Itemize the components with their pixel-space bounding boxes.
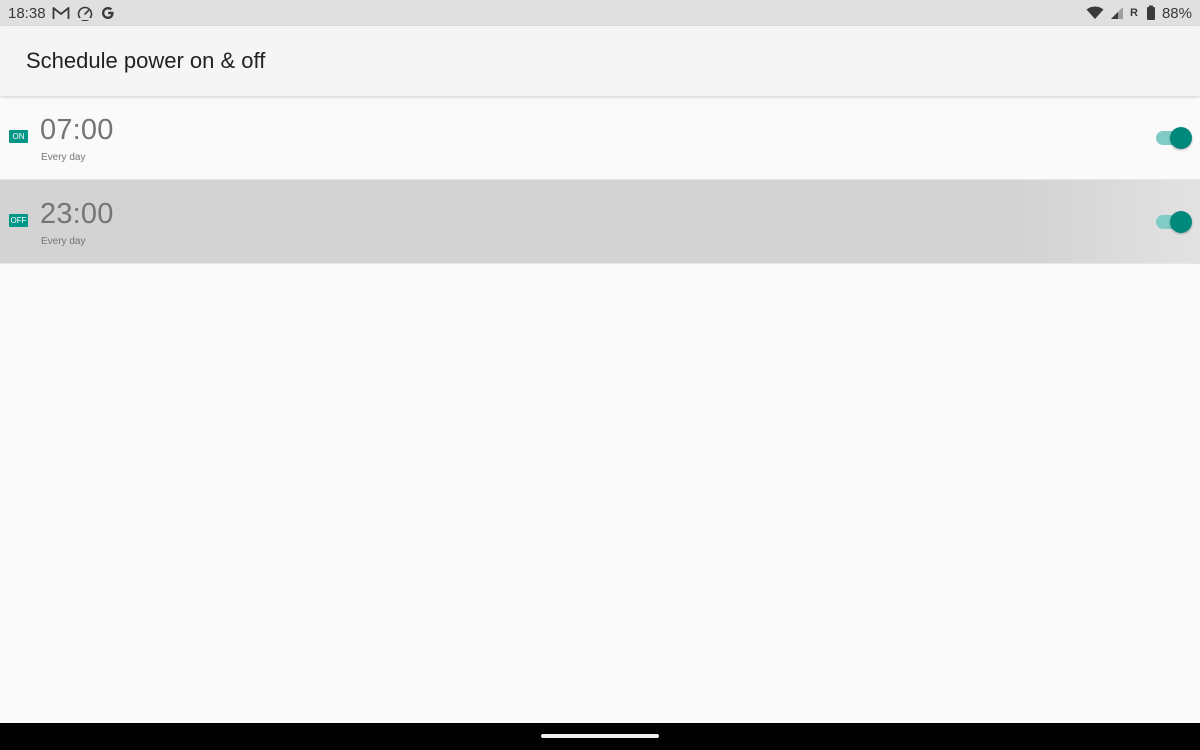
speedometer-icon: [76, 4, 94, 22]
page-title: Schedule power on & off: [26, 48, 266, 73]
wifi-icon: [1086, 4, 1104, 22]
battery-icon: [1146, 4, 1156, 22]
power-on-badge: ON: [9, 130, 28, 143]
screen: 18:38 R 88% Schedule power on & off ON 0…: [0, 0, 1200, 750]
schedule-time: 23:00: [40, 198, 114, 230]
gmail-icon: [52, 4, 70, 22]
app-bar: Schedule power on & off: [0, 26, 1200, 96]
schedule-row-power-on[interactable]: ON 07:00 Every day: [0, 96, 1200, 180]
roaming-label: R: [1130, 7, 1138, 19]
status-time: 18:38: [8, 4, 46, 22]
status-right: R 88%: [1086, 4, 1192, 22]
toggle-thumb: [1170, 211, 1192, 233]
toggle-thumb: [1170, 127, 1192, 149]
home-gesture-handle[interactable]: [541, 734, 659, 738]
roaming-r-icon: R: [1130, 4, 1140, 22]
schedule-list: ON 07:00 Every day OFF 23:00 Every day: [0, 96, 1200, 264]
power-off-toggle[interactable]: [1154, 209, 1196, 235]
battery-percent: 88%: [1161, 4, 1192, 22]
power-off-badge: OFF: [9, 214, 28, 227]
schedule-row-power-off[interactable]: OFF 23:00 Every day: [0, 180, 1200, 264]
schedule-time: 07:00: [40, 114, 114, 146]
google-g-icon: [100, 4, 116, 22]
status-bar: 18:38 R 88%: [0, 0, 1200, 26]
schedule-repeat: Every day: [41, 152, 86, 163]
schedule-repeat: Every day: [41, 236, 86, 247]
status-left: 18:38: [8, 4, 116, 22]
cell-signal-icon: [1110, 4, 1124, 22]
navigation-bar: [0, 723, 1200, 750]
power-on-toggle[interactable]: [1154, 125, 1196, 151]
